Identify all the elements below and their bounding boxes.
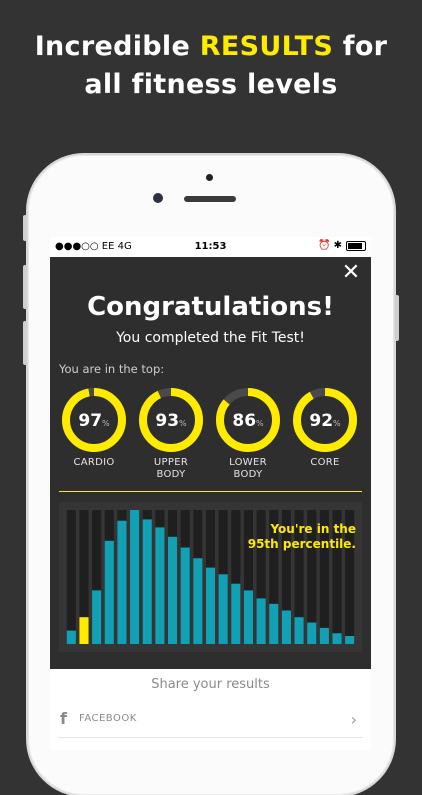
score-ring-graphic: 93% (139, 388, 203, 452)
score-number: 97 (78, 411, 102, 431)
close-icon[interactable]: ✕ (339, 261, 363, 285)
phone-button (23, 321, 27, 365)
score-number: 86 (232, 411, 256, 431)
bar (180, 547, 190, 644)
score-value: 86% (232, 411, 264, 431)
app-screen: ●●●○○ EE 4G 11:53 ⏰ ✱ ✕ Congratulations!… (50, 237, 371, 750)
score-ring-3: 92% CORE (290, 387, 360, 469)
score-ring-2: 86% LOWER BODY (213, 387, 283, 481)
score-ring-0: 97% CARDIO (59, 387, 129, 469)
bar (205, 567, 216, 644)
bar-track (66, 510, 76, 644)
bar (307, 622, 317, 644)
bar (243, 590, 254, 644)
score-number: 92 (309, 411, 333, 431)
bar (104, 540, 114, 644)
phone-button (395, 295, 399, 341)
proximity-sensor (206, 174, 213, 181)
score-unit: % (102, 419, 110, 428)
score-unit: % (333, 419, 341, 428)
bar (130, 510, 140, 644)
score-value: 92% (309, 411, 341, 431)
bar (155, 527, 165, 644)
congrats-title: Congratulations! (87, 292, 334, 322)
facebook-label: FACEBOOK (79, 713, 137, 724)
bar (281, 610, 291, 644)
earpiece-speaker (184, 196, 236, 202)
percentile-chart: You're in the 95th percentile. (59, 502, 362, 652)
score-label: UPPER BODY (153, 457, 189, 480)
phone-button (23, 215, 27, 241)
top-label: You are in the top: (59, 362, 165, 376)
score-ring-graphic: 97% (62, 388, 126, 452)
score-label: LOWER BODY (229, 457, 267, 480)
status-right: ⏰ ✱ (318, 240, 366, 251)
share-facebook-row[interactable]: f FACEBOOK › (58, 703, 363, 738)
status-bar: ●●●○○ EE 4G 11:53 ⏰ ✱ (50, 237, 371, 257)
bar (332, 633, 342, 644)
chevron-right-icon: › (350, 710, 357, 729)
bar (92, 590, 102, 644)
battery-icon (346, 240, 366, 251)
bar (294, 617, 304, 644)
bar (319, 627, 329, 644)
score-unit: % (256, 419, 264, 428)
bar (218, 574, 228, 644)
bar (66, 630, 76, 644)
bar (345, 635, 355, 644)
bar (117, 520, 127, 644)
promo-line-2: all fitness levels (84, 69, 338, 100)
bar (167, 536, 178, 644)
bar-user (79, 617, 89, 644)
score-label: CORE (310, 457, 340, 468)
phone-button (23, 265, 27, 309)
score-value: 97% (78, 411, 110, 431)
score-ring-graphic: 86% (216, 388, 280, 452)
front-camera (153, 193, 163, 203)
score-number: 93 (155, 411, 179, 431)
bar (142, 519, 152, 644)
promo-headline: Incredible RESULTS for all fitness level… (0, 28, 422, 104)
percentile-annotation: You're in the 95th percentile. (247, 522, 356, 551)
score-ring-1: 93% UPPER BODY (136, 387, 206, 481)
score-label: CARDIO (73, 457, 115, 468)
bar (231, 583, 241, 644)
share-title: Share your results (151, 677, 270, 692)
score-value: 93% (155, 411, 187, 431)
share-section: Share your results f FACEBOOK › (50, 669, 371, 750)
bar (256, 598, 266, 644)
congrats-subtitle: You completed the Fit Test! (116, 330, 305, 346)
bar (269, 603, 279, 644)
bar (193, 558, 203, 644)
score-ring-graphic: 92% (293, 388, 357, 452)
promo-line-1: Incredible RESULTS for (34, 31, 388, 62)
promo-highlight: RESULTS (199, 31, 334, 62)
facebook-icon: f (60, 709, 67, 728)
score-unit: % (179, 419, 187, 428)
alarm-bluetooth-icons: ⏰ ✱ (317, 240, 342, 251)
section-divider (59, 491, 362, 492)
